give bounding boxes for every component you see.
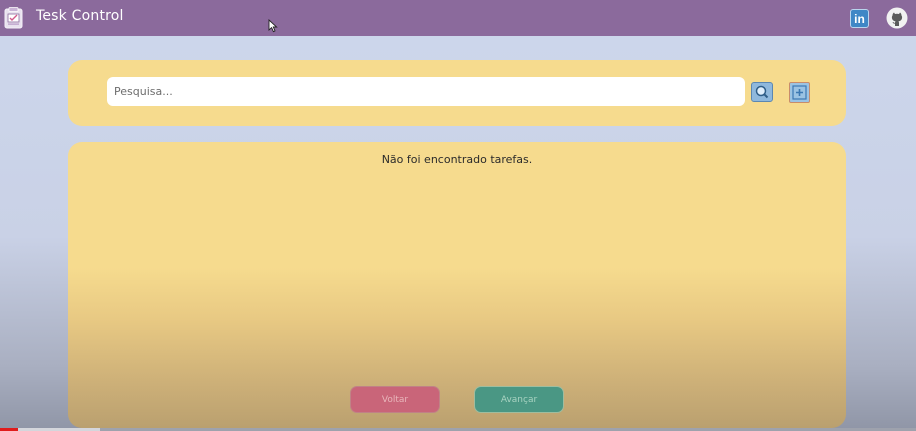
clipboard-icon	[4, 7, 23, 29]
empty-state-message: Não foi encontrado tarefas.	[381, 153, 533, 166]
add-task-button[interactable]	[789, 82, 810, 103]
add-icon	[792, 85, 807, 100]
search-button[interactable]	[751, 82, 773, 102]
app-title: Tesk Control	[36, 8, 124, 24]
task-list-panel: Não foi encontrado tarefas. Voltar Avanç…	[68, 142, 846, 428]
github-icon[interactable]	[886, 7, 908, 29]
search-input[interactable]	[107, 77, 745, 106]
back-button[interactable]: Voltar	[350, 386, 440, 413]
linkedin-icon[interactable]: in	[850, 9, 869, 28]
magnifier-icon	[755, 85, 769, 99]
mouse-cursor-icon	[268, 19, 278, 33]
next-button[interactable]: Avançar	[474, 386, 564, 413]
top-navbar: Tesk Control in	[0, 0, 916, 36]
search-panel	[68, 60, 846, 126]
